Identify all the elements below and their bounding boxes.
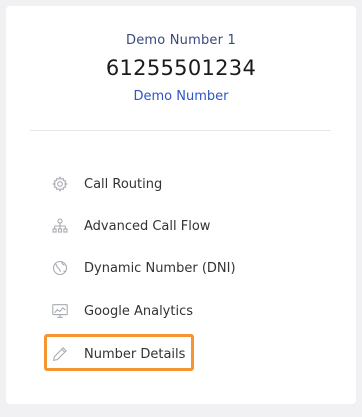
menu-item-label: Number Details xyxy=(84,346,186,362)
menu-item-label: Call Routing xyxy=(84,176,163,192)
menu-item-advanced-call-flow[interactable]: Advanced Call Flow xyxy=(50,210,300,242)
menu-item-label: Google Analytics xyxy=(84,303,194,319)
pencil-icon xyxy=(50,344,70,364)
phone-number: 61255501234 xyxy=(105,56,257,80)
number-name: Demo Number 1 xyxy=(126,33,236,48)
menu-item-label: Advanced Call Flow xyxy=(84,218,211,234)
number-type-link[interactable]: Demo Number xyxy=(6,89,356,104)
menu-item-dynamic-number[interactable]: Dynamic Number (DNI) xyxy=(50,252,300,284)
menu-item-label: Dynamic Number (DNI) xyxy=(84,260,236,276)
menu-item-google-analytics[interactable]: Google Analytics xyxy=(50,295,300,327)
menu-item-call-routing[interactable]: Call Routing xyxy=(50,168,300,200)
flow-tree-icon xyxy=(50,216,70,236)
number-card: Demo Number 1 61255501234 Demo Number Ca… xyxy=(6,6,356,404)
divider xyxy=(30,130,331,131)
menu-item-number-details[interactable]: Number Details xyxy=(50,338,300,370)
globe-icon xyxy=(50,258,70,278)
gear-icon xyxy=(50,174,70,194)
analytics-monitor-icon xyxy=(50,301,70,321)
